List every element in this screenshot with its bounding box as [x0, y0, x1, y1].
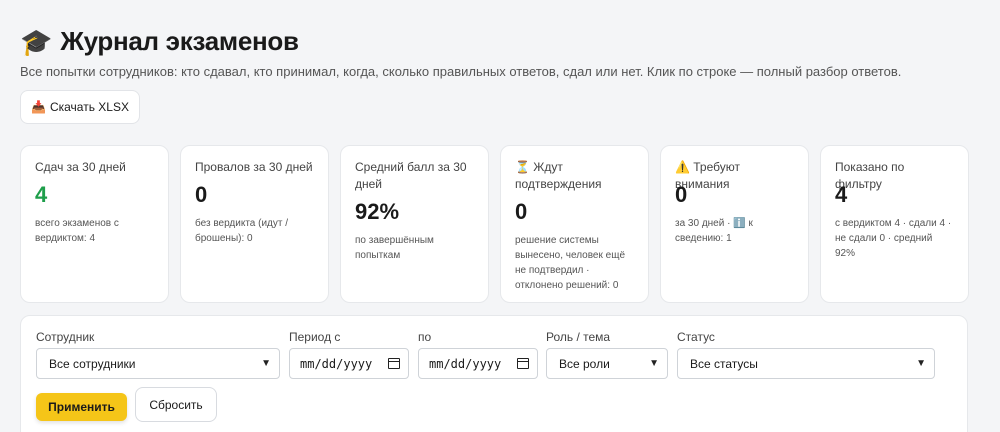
- stat-card-avg-score: Средний балл за 30 дней 92% по завершённ…: [340, 145, 489, 303]
- chevron-down-icon: ▼: [649, 358, 659, 369]
- stat-note: решение системы вынесено, человек ещё не…: [515, 235, 625, 291]
- stat-note: за 30 дней · ℹ️ к сведению: 1: [675, 218, 753, 244]
- status-select[interactable]: Все статусы ▼: [677, 348, 935, 379]
- stats-row: Сдач за 30 дней 4 всего экзаменов с верд…: [20, 145, 970, 303]
- stat-value: 0: [515, 199, 528, 224]
- page-title-text: Журнал экзаменов: [60, 26, 299, 56]
- chevron-down-icon: ▼: [916, 358, 926, 369]
- download-xlsx-label: Скачать XLSX: [49, 100, 129, 114]
- graduation-cap-icon: 🎓: [20, 26, 53, 57]
- status-select-value: Все статусы: [690, 356, 758, 371]
- period-to-value: mm/dd/yyyy: [429, 356, 502, 371]
- stat-note: без вердикта (идут / брошены): 0: [195, 218, 289, 244]
- stat-label: Сдач за 30 дней: [35, 160, 126, 174]
- stat-value: 0: [195, 182, 208, 207]
- stat-label: Средний балл за 30 дней: [355, 160, 467, 191]
- reset-button[interactable]: Сбросить: [135, 387, 217, 422]
- role-select[interactable]: Все роли ▼: [546, 348, 668, 379]
- calendar-icon[interactable]: [517, 358, 529, 369]
- period-from-value: mm/dd/yyyy: [300, 356, 373, 371]
- page-subtitle: Все попытки сотрудников: кто сдавал, кто…: [20, 64, 902, 79]
- role-filter-label: Роль / тема: [546, 330, 611, 344]
- calendar-icon[interactable]: [388, 358, 400, 369]
- stat-card-passes: Сдач за 30 дней 4 всего экзаменов с верд…: [20, 145, 169, 303]
- stat-note: с вердиктом 4 · сдали 4 · не сдали 0 · с…: [835, 218, 952, 259]
- stat-label: Показано по фильтру: [835, 160, 905, 191]
- employee-filter-label: Сотрудник: [36, 330, 95, 344]
- stat-card-attention: ⚠️ Требуют внимания 0 за 30 дней · ℹ️ к …: [660, 145, 809, 303]
- filter-panel: Сотрудник Все сотрудники ▼ Период с mm/d…: [20, 315, 968, 432]
- stat-note: по завершённым попыткам: [355, 235, 434, 261]
- period-from-label: Период с: [289, 330, 341, 344]
- stat-value: 4: [35, 182, 48, 207]
- stat-value: 92%: [355, 199, 400, 224]
- stat-note: всего экзаменов с вердиктом: 4: [35, 218, 119, 244]
- stat-label: Провалов за 30 дней: [195, 160, 313, 174]
- period-from-date-input[interactable]: mm/dd/yyyy: [289, 348, 409, 379]
- stat-card-pending: ⏳ Ждут подтверждения 0 решение системы в…: [500, 145, 649, 303]
- employee-select-value: Все сотрудники: [49, 356, 136, 371]
- page-title: 🎓 Журнал экзаменов: [20, 26, 299, 57]
- period-to-label: по: [418, 330, 432, 344]
- page-header: 🎓 Журнал экзаменов: [20, 26, 299, 57]
- period-to-date-input[interactable]: mm/dd/yyyy: [418, 348, 538, 379]
- stat-label: ⏳ Ждут подтверждения: [515, 160, 602, 191]
- inbox-tray-icon: 📥: [31, 100, 46, 114]
- apply-button[interactable]: Применить: [36, 393, 127, 421]
- chevron-down-icon: ▼: [261, 358, 271, 369]
- stat-card-fails: Провалов за 30 дней 0 без вердикта (идут…: [180, 145, 329, 303]
- stat-label: ⚠️ Требуют внимания: [675, 160, 740, 191]
- stat-card-filtered: Показано по фильтру 4 с вердиктом 4 · сд…: [820, 145, 969, 303]
- status-filter-label: Статус: [677, 330, 715, 344]
- role-select-value: Все роли: [559, 356, 610, 371]
- download-xlsx-button[interactable]: 📥 Скачать XLSX: [20, 90, 140, 124]
- employee-select[interactable]: Все сотрудники ▼: [36, 348, 280, 379]
